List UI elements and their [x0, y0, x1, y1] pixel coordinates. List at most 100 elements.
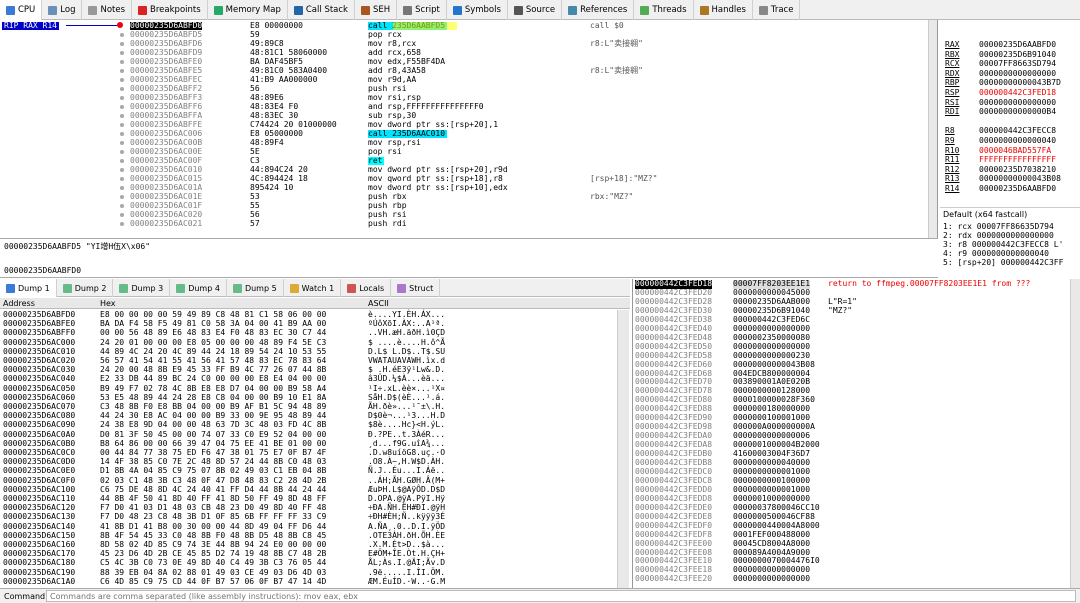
tab-symbols[interactable]: Symbols: [447, 0, 508, 20]
dump-address[interactable]: 00000235D6AC160: [3, 540, 75, 549]
dump-ascii[interactable]: .X.M.Ét>D..$à...: [368, 540, 445, 549]
register-row[interactable]: R11 FFFFFFFFFFFFFFFF: [945, 155, 1056, 165]
gutter-dot[interactable]: [120, 60, 124, 64]
callconv-arg[interactable]: 4: r9 0000000000000040: [943, 249, 1049, 258]
dump-ascii[interactable]: .OTE3ÀH.ðH.ÕH.ÈE: [368, 531, 445, 540]
dump-address[interactable]: 00000235D6AC090: [3, 420, 75, 429]
register-value[interactable]: FFFFFFFFFFFFFFFF: [979, 155, 1056, 164]
register-value[interactable]: 000000442C3FED18: [979, 88, 1056, 97]
callconv-arg[interactable]: 3: r8 000000442C3FECC8 L': [943, 240, 1063, 249]
disasm-address[interactable]: 00000235D6AC01E: [130, 193, 202, 201]
dump-hex[interactable]: B8 64 86 00 00 66 39 47 04 75 EE 41 BE 0…: [100, 439, 326, 448]
disasm-instruction[interactable]: mov dword ptr ss:[rsp+10],edx: [368, 184, 508, 192]
register-row[interactable]: RAX 00000235D6AABFD0: [945, 40, 1056, 50]
disasm-row[interactable]: 00000235D6ABFFA 48:83EC 30 sub rsp,30: [0, 112, 937, 120]
gutter-dot[interactable]: [120, 87, 124, 91]
dump-hex[interactable]: 45 23 D6 4D 2B CE 45 85 D2 74 19 48 8B C…: [100, 549, 326, 558]
dump-row[interactable]: 00000235D6AC070 C3 48 8B F0 E8 BB 04 00 0…: [0, 402, 630, 411]
dump-address[interactable]: 00000235D6AC0F0: [3, 476, 75, 485]
register-row[interactable]: RBP 00000000000043B7D: [945, 78, 1061, 88]
gutter-dot[interactable]: [120, 24, 124, 28]
disasm-scrollbar[interactable]: [928, 20, 937, 238]
gutter-dot[interactable]: [120, 186, 124, 190]
dump-address[interactable]: 00000235D6AC110: [3, 494, 75, 503]
dump-address[interactable]: 00000235D6AC020: [3, 356, 75, 365]
dump-address[interactable]: 00000235D6AC190: [3, 568, 75, 577]
disasm-address[interactable]: 00000235D6AC021: [130, 220, 202, 228]
dump-row[interactable]: 00000235D6AC040 E2 33 DB 44 89 BC 24 C0 0…: [0, 374, 630, 383]
disasm-instruction[interactable]: mov rsp,rsi: [368, 139, 421, 147]
dump-ascii[interactable]: ¹I÷.xL.èè×...¹X¤: [368, 384, 445, 393]
gutter-dot[interactable]: [120, 141, 124, 145]
dump-hex[interactable]: 44 8B 4F 50 41 8D 40 FF 41 8D 50 FF 49 8…: [100, 494, 326, 503]
dump-row[interactable]: 00000235D6AC0A0 D0 81 3F 50 45 00 00 74 0…: [0, 430, 630, 439]
dump-row[interactable]: 00000235D6ABFF0 00 00 56 48 89 E6 48 83 E…: [0, 328, 630, 337]
tab-notes[interactable]: Notes: [82, 0, 133, 20]
disasm-address[interactable]: 00000235D6ABFEC: [130, 76, 202, 84]
disasm-instruction[interactable]: sub rsp,30: [368, 112, 416, 120]
register-value[interactable]: 00000235D6AABFD0: [979, 184, 1056, 193]
dump-ascii[interactable]: .9ë.....I.ÎI.ÖM.: [368, 568, 445, 577]
disasm-address[interactable]: 00000235D6AC010: [130, 166, 202, 174]
disasm-row[interactable]: 00000235D6ABFF6 48:83E4 F0 and rsp,FFFFFFF…: [0, 103, 937, 111]
disasm-row[interactable]: 00000235D6ABFD9 48:81C1 58060000 add rcx,6…: [0, 49, 937, 57]
dump-address[interactable]: 00000235D6AC150: [3, 531, 75, 540]
dump-hex[interactable]: C6 4D 85 C9 75 CD 44 0F B7 57 06 0F B7 4…: [100, 577, 326, 586]
dump-address[interactable]: 00000235D6AC0D0: [3, 457, 75, 466]
gutter-dot[interactable]: [120, 168, 124, 172]
register-row[interactable]: R12 00000235D7038210: [945, 165, 1056, 175]
disasm-row[interactable]: 00000235D6ABFFE C74424 20 01000000 mov dwo…: [0, 121, 937, 129]
dump-row[interactable]: 00000235D6ABFD0 E8 00 00 00 00 59 49 89 C…: [0, 310, 630, 319]
disasm-instruction[interactable]: add rcx,658: [368, 49, 421, 57]
stack-row[interactable]: 000000442C3FEE20 0000000000000000: [633, 574, 1080, 584]
register-value[interactable]: 00007FF8663SD794: [979, 59, 1056, 68]
dump-hex[interactable]: C5 4C 3B C0 73 0E 49 8D 40 C4 49 3B C3 7…: [100, 558, 326, 567]
dump-row[interactable]: 00000235D6AC150 8B 4F 54 45 33 C0 48 8B F…: [0, 531, 630, 540]
dump-scrollbar[interactable]: [617, 310, 629, 588]
dump-hex[interactable]: 41 8B D1 41 B8 00 30 00 00 44 8D 49 04 F…: [100, 522, 326, 531]
dump-hex[interactable]: 44 24 30 E8 AC 04 00 00 B9 33 00 9E 95 4…: [100, 411, 326, 420]
dump-tab-dump-3[interactable]: Dump 3: [113, 279, 171, 297]
dump-address[interactable]: 00000235D6AC000: [3, 338, 75, 347]
dump-address[interactable]: 00000235D6AC070: [3, 402, 75, 411]
register-row[interactable]: RSI 0000000000000000: [945, 98, 1056, 108]
dump-row[interactable]: 00000235D6AC020 56 57 41 54 41 55 41 56 4…: [0, 356, 630, 365]
dump-ascii[interactable]: ¸d...f9G.uîA¾...: [368, 439, 445, 448]
dump-hex[interactable]: E2 33 DB 44 89 BC 24 C0 00 00 00 E8 E4 0…: [100, 374, 326, 383]
dump-ascii[interactable]: SåH.D$(èÈ...¹.á.: [368, 393, 445, 402]
disasm-row[interactable]: 00000235D6AC00F C3 ret: [0, 157, 937, 165]
gutter-dot[interactable]: [120, 69, 124, 73]
disasm-row[interactable]: 00000235D6AC00B 48:89F4 mov rsp,rsi: [0, 139, 937, 147]
dump-address[interactable]: 00000235D6AC010: [3, 347, 75, 356]
dump-address[interactable]: 00000235D6AC170: [3, 549, 75, 558]
disasm-address[interactable]: 00000235D6ABFF3: [130, 94, 202, 102]
dump-ascii[interactable]: VWATAUAVAWH.ìx.d: [368, 356, 445, 365]
ascii-column-header[interactable]: ASCII: [368, 299, 389, 308]
disasm-instruction[interactable]: mov edx,F55BF4DA: [368, 58, 445, 66]
disasm-address[interactable]: 00000235D6ABFD9: [130, 49, 202, 57]
address-column-header[interactable]: Address: [3, 299, 35, 308]
dump-hex[interactable]: 14 4F 38 85 C0 7E 2C 48 8D 57 24 44 8B C…: [100, 457, 326, 466]
tab-source[interactable]: Source: [508, 0, 563, 20]
callconv-arg[interactable]: 2: rdx 0000000000000000: [943, 231, 1054, 240]
gutter-dot[interactable]: [120, 213, 124, 217]
tab-trace[interactable]: Trace: [753, 0, 801, 20]
dump-row[interactable]: 00000235D6AC110 44 8B 4F 50 41 8D 40 FF 4…: [0, 494, 630, 503]
dump-row[interactable]: 00000235D6ABFE0 BA DA F4 58 F5 49 81 C0 5…: [0, 319, 630, 328]
dump-hex[interactable]: C6 75 DE 48 8D 4C 24 40 41 FF D4 44 8B 4…: [100, 485, 326, 494]
dump-hex[interactable]: 24 20 00 48 8B E9 45 33 FF B9 4C 77 26 0…: [100, 365, 326, 374]
dump-address[interactable]: 00000235D6ABFE0: [3, 319, 75, 328]
dump-ascii[interactable]: ÅL;Às.I.@ÄI;Ãv.D: [368, 558, 445, 567]
disasm-row[interactable]: 00000235D6ABFD5 59 pop rcx: [0, 31, 937, 39]
callconv-arg[interactable]: 5: [rsp+20] 000000442C3FF: [943, 258, 1063, 267]
disasm-row[interactable]: 00000235D6AC021 57 push rdi: [0, 220, 937, 228]
callconv-title[interactable]: Default (x64 fastcall): [943, 210, 1027, 220]
disasm-instruction[interactable]: mov qword ptr ss:[rsp+18],r8: [368, 175, 503, 183]
tab-log[interactable]: Log: [42, 0, 83, 20]
dump-row[interactable]: 00000235D6AC130 F7 D0 48 23 C8 48 3B D1 0…: [0, 512, 630, 521]
dump-hex[interactable]: 53 E5 48 89 44 24 28 E8 C8 04 00 00 B9 1…: [100, 393, 326, 402]
disasm-address[interactable]: 00000235D6ABFFE: [130, 121, 202, 129]
dump-row[interactable]: 00000235D6AC140 41 8B D1 41 B8 00 30 00 0…: [0, 522, 630, 531]
disasm-instruction[interactable]: ret: [368, 157, 385, 165]
gutter-dot[interactable]: [120, 42, 124, 46]
